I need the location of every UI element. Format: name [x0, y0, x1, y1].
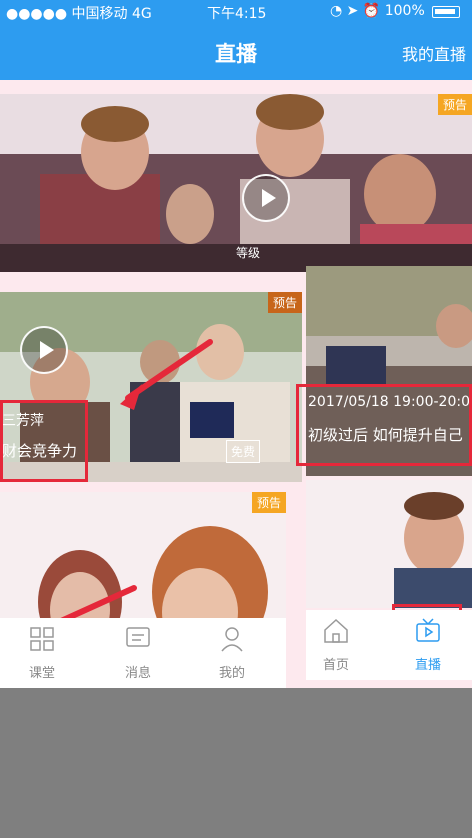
- user-icon: [221, 627, 243, 652]
- message-icon: [126, 627, 150, 647]
- tab-label: 直播: [414, 658, 441, 673]
- card-caption: 等级: [236, 246, 261, 260]
- tab-label: 我的: [218, 666, 245, 681]
- free-badge: 免费: [226, 440, 261, 463]
- preview-tag: 预告: [267, 292, 302, 313]
- my-live-link[interactable]: 我的直播: [402, 41, 466, 65]
- tab-messages[interactable]: 消息: [108, 618, 168, 688]
- tab-live[interactable]: 直播: [398, 610, 458, 680]
- live-card-right-bottom[interactable]: [306, 480, 472, 608]
- tab-label: 首页: [322, 658, 349, 673]
- status-bar: ●●●●● 中国移动 4G 下午4:15 ◔ ➤ ⏰ 100%: [0, 0, 472, 24]
- tab-label: 课堂: [28, 666, 55, 681]
- tab-label: 消息: [124, 666, 151, 681]
- battery-icon: [432, 6, 460, 18]
- tab-bar-right: 首页 直播: [306, 610, 472, 680]
- tab-classroom[interactable]: 课堂: [12, 618, 72, 688]
- live-tv-icon: [416, 618, 440, 642]
- clock: 下午4:15: [207, 6, 267, 22]
- play-icon[interactable]: [20, 326, 68, 374]
- tab-home[interactable]: 首页: [306, 610, 366, 680]
- preview-tag: 预告: [251, 492, 286, 513]
- home-icon: [324, 618, 348, 643]
- tab-me[interactable]: 我的: [202, 618, 262, 688]
- live-list: 预告 等级 预告 三芳萍 财会竞争力 免费 2017/05/18 19:00-2…: [0, 80, 472, 688]
- play-icon[interactable]: [242, 174, 290, 222]
- status-icons: ◔ ➤ ⏰ 100%: [330, 3, 425, 19]
- battery-percent: 100%: [384, 3, 425, 19]
- live-card-top[interactable]: 预告 等级: [0, 94, 472, 272]
- grid-icon: [30, 627, 54, 651]
- nav-bar: 直播 我的直播: [0, 24, 472, 80]
- card-photo: [306, 480, 472, 608]
- grey-background: [0, 688, 472, 838]
- preview-tag: 预告: [437, 94, 472, 115]
- tab-bar-left: 课堂 消息 我的: [0, 618, 286, 688]
- carrier-signal: ●●●●● 中国移动 4G: [6, 6, 152, 22]
- highlight-box: [0, 400, 88, 482]
- highlight-box: [296, 384, 472, 466]
